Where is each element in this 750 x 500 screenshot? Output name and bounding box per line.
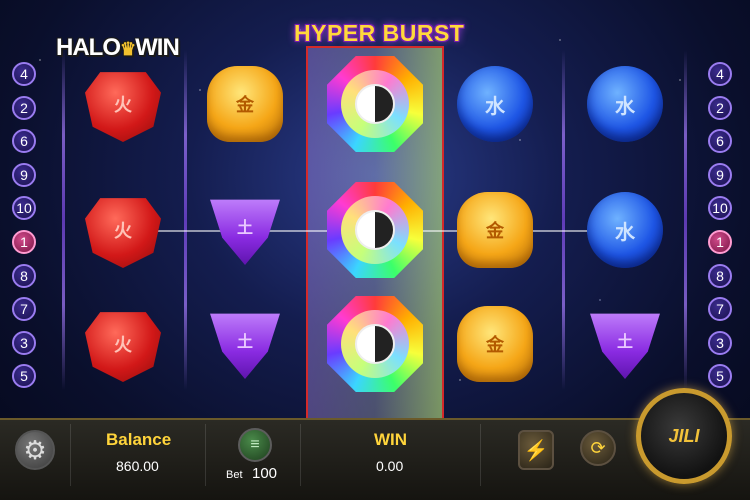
- yin-yang-icon: [355, 84, 395, 124]
- payline-number[interactable]: 6: [708, 129, 732, 154]
- payline-number[interactable]: 8: [708, 263, 732, 288]
- autoplay-icon[interactable]: ⟳: [580, 430, 616, 466]
- reel-divider: [184, 50, 187, 390]
- balance-label: Balance: [106, 430, 172, 449]
- payline-number[interactable]: 5: [12, 364, 36, 389]
- symbol-water: 水: [457, 66, 533, 142]
- reel-divider: [562, 50, 565, 390]
- payline-number[interactable]: 7: [708, 297, 732, 322]
- wild-ring: [341, 310, 409, 378]
- crown-icon: ♛: [120, 39, 136, 59]
- symbol-gold: 金: [457, 192, 533, 268]
- payline-number[interactable]: 10: [708, 196, 732, 221]
- bar-separator: [70, 424, 71, 486]
- payline-number[interactable]: 2: [708, 95, 732, 120]
- reel-divider: [62, 50, 65, 390]
- reel-divider: [684, 50, 687, 390]
- win-value: 0.00: [376, 458, 404, 474]
- bar-separator: [205, 424, 206, 486]
- wild-ring: [341, 70, 409, 138]
- yin-yang-icon: [355, 210, 395, 250]
- wild-ring: [341, 196, 409, 264]
- payline-indicators-right: 4 2 6 9 10 1 8 7 3 5: [708, 62, 734, 398]
- game-title: HYPER BURST: [294, 20, 465, 46]
- payline-number[interactable]: 4: [708, 62, 732, 86]
- balance-value: 860.00: [116, 458, 159, 474]
- gear-icon[interactable]: ⚙: [15, 430, 55, 470]
- payline-number[interactable]: 8: [12, 263, 36, 288]
- payline-number[interactable]: 2: [12, 95, 36, 120]
- payline-number[interactable]: 10: [12, 196, 36, 221]
- coin-stack-icon[interactable]: ≡: [238, 428, 272, 462]
- logo-text-left: HALO: [56, 34, 121, 61]
- logo-text-right: WIN: [135, 34, 180, 61]
- symbol-gold: 金: [457, 306, 533, 382]
- payline-number[interactable]: 7: [12, 297, 36, 322]
- payline-number[interactable]: 4: [12, 62, 36, 86]
- symbol-water: 水: [587, 66, 663, 142]
- yin-yang-icon: [355, 324, 395, 364]
- bar-separator: [480, 424, 481, 486]
- lightning-icon[interactable]: ⚡: [518, 430, 554, 470]
- payline-number[interactable]: 6: [12, 129, 36, 154]
- payline-number[interactable]: 3: [708, 330, 732, 355]
- game-stage: HALO♛WIN HYPER BURST 4 2 6 9 10 1 8 7 3 …: [0, 0, 750, 500]
- symbol-gold: 金: [207, 66, 283, 142]
- payline-number-active[interactable]: 1: [708, 229, 732, 254]
- spin-label: JILI: [668, 425, 700, 446]
- payline-number[interactable]: 5: [708, 364, 732, 389]
- payline-number[interactable]: 9: [12, 162, 36, 187]
- payline-indicators-left: 4 2 6 9 10 1 8 7 3 5: [12, 62, 38, 398]
- bet-label: Bet: [226, 469, 243, 481]
- payline-number-active[interactable]: 1: [12, 229, 36, 254]
- site-logo: HALO♛WIN: [56, 34, 180, 62]
- win-label: WIN: [374, 430, 408, 449]
- payline-number[interactable]: 9: [708, 162, 732, 187]
- spin-button[interactable]: JILI: [636, 388, 732, 484]
- bet-value: 100: [252, 465, 278, 482]
- payline-number[interactable]: 3: [12, 330, 36, 355]
- bar-separator: [300, 424, 301, 486]
- symbol-water: 水: [587, 192, 663, 268]
